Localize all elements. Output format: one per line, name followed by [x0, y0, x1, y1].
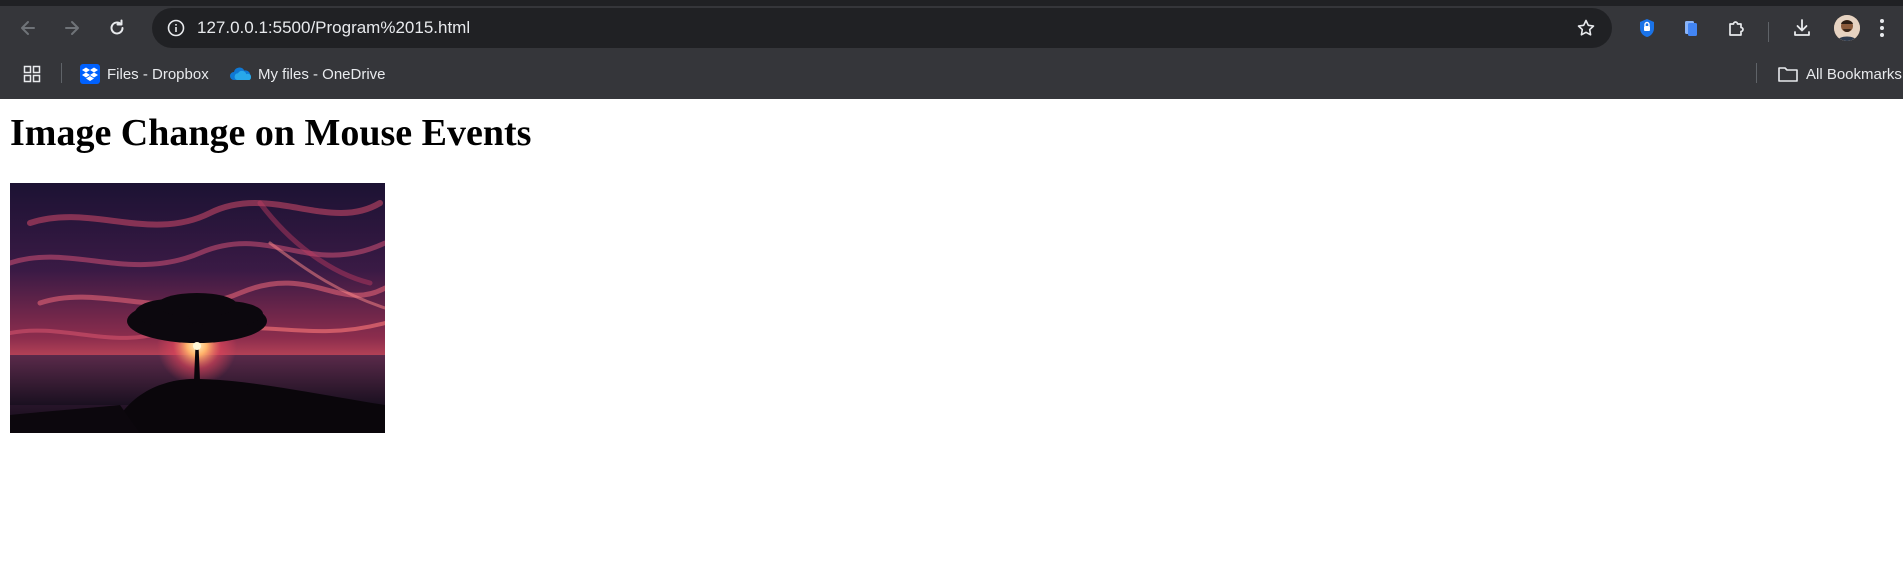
puzzle-icon	[1729, 21, 1744, 36]
apps-grid-icon	[23, 65, 41, 83]
page-title: Image Change on Mouse Events	[10, 112, 532, 154]
document-extension-icon	[1685, 21, 1697, 36]
browser-menu-button[interactable]	[1872, 14, 1892, 42]
apps-button[interactable]	[20, 63, 44, 85]
profile-avatar[interactable]	[1834, 15, 1860, 41]
back-arrow-icon	[21, 21, 35, 35]
bookmark-dropbox[interactable]: Files - Dropbox	[74, 61, 215, 87]
browser-chrome: 127.0.0.1:5500/Program%2015.html Files -…	[0, 0, 1903, 99]
all-bookmarks-label: All Bookmarks	[1806, 65, 1902, 83]
bookmarks-separator	[1756, 63, 1757, 83]
browser-toolbar: 127.0.0.1:5500/Program%2015.html	[0, 6, 1903, 49]
site-info-button[interactable]	[162, 14, 190, 42]
back-button[interactable]	[12, 12, 44, 44]
avatar-icon	[1834, 15, 1860, 41]
bookmarks-bar: Files - Dropbox My files - OneDrive All …	[0, 57, 1903, 90]
shield-extension-icon	[1640, 19, 1654, 37]
address-bar[interactable]: 127.0.0.1:5500/Program%2015.html	[152, 8, 1612, 48]
dropbox-icon	[80, 64, 100, 84]
hover-image[interactable]	[10, 183, 385, 433]
page-content: Image Change on Mouse Events	[0, 99, 1903, 578]
folder-icon	[1778, 67, 1798, 82]
sunset-tree-image	[10, 183, 385, 433]
bookmark-onedrive[interactable]: My files - OneDrive	[223, 61, 392, 87]
onedrive-icon	[230, 67, 251, 80]
bookmarks-separator	[61, 63, 62, 83]
forward-button[interactable]	[56, 12, 88, 44]
toolbar-separator	[1768, 22, 1769, 42]
docs-extension[interactable]	[1677, 14, 1705, 42]
forward-arrow-icon	[65, 21, 79, 35]
more-vertical-icon	[1880, 19, 1884, 37]
info-icon	[167, 19, 185, 37]
all-bookmarks-button[interactable]: All Bookmarks	[1771, 61, 1903, 87]
reload-icon	[110, 19, 124, 35]
extensions-button[interactable]	[1722, 14, 1750, 42]
bookmark-star-button[interactable]	[1574, 16, 1598, 40]
download-icon	[1794, 19, 1810, 36]
downloads-button[interactable]	[1788, 14, 1816, 42]
reload-button[interactable]	[101, 12, 133, 44]
star-icon	[1577, 19, 1595, 36]
bookmark-label: Files - Dropbox	[107, 65, 209, 83]
url-text[interactable]: 127.0.0.1:5500/Program%2015.html	[197, 18, 470, 38]
bookmark-label: My files - OneDrive	[258, 65, 386, 83]
password-manager-extension[interactable]	[1633, 14, 1661, 42]
